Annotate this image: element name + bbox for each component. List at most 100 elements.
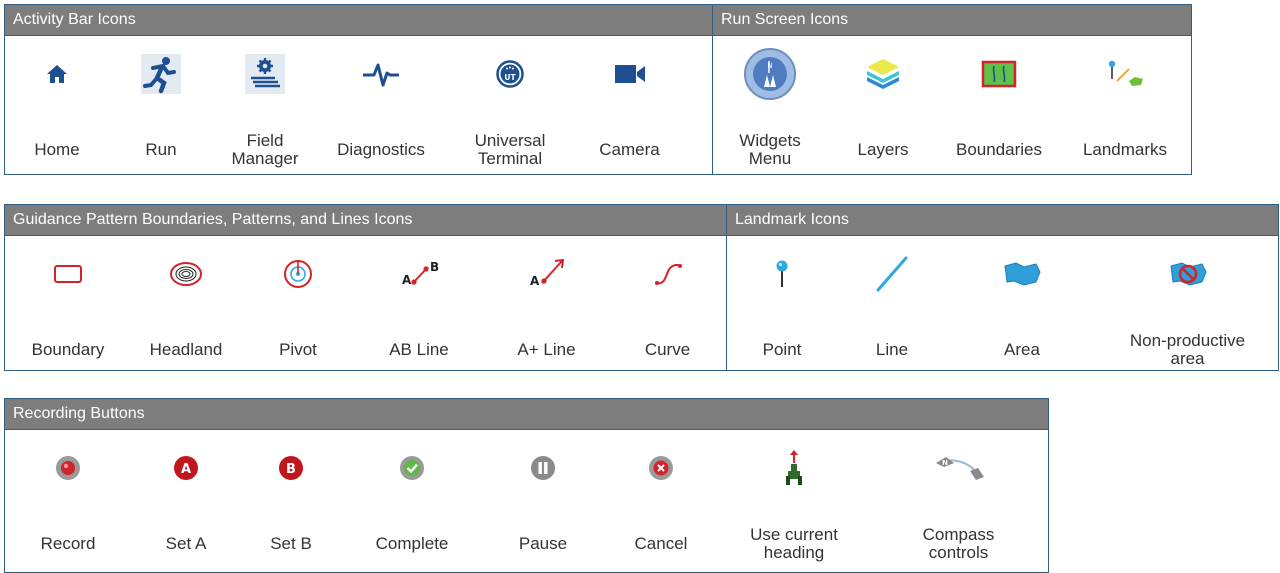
run-item-landmarks: Landmarks [1059, 36, 1191, 173]
landmark-item-label: Point [762, 340, 802, 359]
compass-n-badge: N [942, 459, 948, 467]
recording-item-set-b: B Set B [241, 430, 341, 567]
activity-item-home: Home [5, 36, 109, 173]
headland-icon [169, 260, 203, 288]
run-item-label: Boundaries [955, 140, 1042, 159]
recording-item-record: Record [5, 430, 131, 567]
landmark-item-area: Area [947, 236, 1097, 373]
activity-item-label: Run [145, 140, 177, 159]
run-item-boundaries: Boundaries [939, 36, 1059, 173]
pivot-icon [282, 258, 314, 290]
recording-item-label: Use current heading [750, 525, 838, 562]
run-item-label: Widgets Menu [739, 131, 801, 168]
record-icon [55, 455, 81, 481]
recording-item-use-current-heading: Use current heading [719, 430, 869, 567]
layers-icon [863, 57, 903, 91]
home-icon [46, 64, 68, 84]
guidance-item-label: Curve [644, 340, 691, 359]
tractor-heading-icon [784, 449, 804, 487]
recording-item-label: Record [40, 534, 96, 553]
checkmark-icon [399, 455, 425, 481]
set-b-icon: B [278, 455, 304, 481]
activity-item-field-manager: Field Manager [213, 36, 317, 173]
run-screen-title: Run Screen Icons [713, 5, 1191, 36]
recording-item-label: Pause [518, 534, 568, 553]
guidance-item-a-plus-line: A A+ Line [483, 236, 610, 373]
area-icon [1002, 260, 1042, 288]
curve-icon [653, 261, 683, 287]
guidance-title: Guidance Pattern Boundaries, Patterns, a… [5, 205, 726, 236]
svg-text:N: N [767, 62, 772, 70]
landmark-item-label: Area [1004, 340, 1040, 359]
recording-item-complete: Complete [341, 430, 483, 567]
point-pin-icon [774, 259, 790, 289]
landmark-panel: Landmark Icons Point Line Area Non-produ… [726, 204, 1279, 371]
recording-item-label: Complete [375, 534, 449, 553]
recording-item-set-a: A Set A [131, 430, 241, 567]
guidance-item-boundary: Boundary [5, 236, 131, 373]
guidance-item-headland: Headland [131, 236, 241, 373]
guidance-item-label: A+ Line [517, 340, 576, 359]
landmark-item-line: Line [837, 236, 947, 373]
a-plus-line-a-text: A [530, 274, 540, 288]
compass-widget-icon: N [743, 47, 797, 101]
guidance-item-label: Headland [149, 340, 223, 359]
non-productive-area-icon [1168, 259, 1208, 289]
guidance-item-ab-line: AB AB Line [355, 236, 483, 373]
activity-item-diagnostics: Diagnostics [317, 36, 445, 173]
activity-bar-panel: Activity Bar Icons Home Run Field Manage… [4, 4, 713, 175]
recording-item-compass-controls: N Compass controls [869, 430, 1048, 567]
activity-item-run: Run [109, 36, 213, 173]
heartbeat-icon [361, 60, 401, 88]
activity-item-label: Diagnostics [337, 140, 425, 159]
cancel-icon [648, 455, 674, 481]
activity-item-label: Field Manager [231, 131, 299, 168]
recording-item-pause: Pause [483, 430, 603, 567]
activity-item-label: Universal Terminal [474, 131, 546, 168]
activity-item-universal-terminal: UT Universal Terminal [445, 36, 575, 173]
run-item-widgets-menu: N Widgets Menu [713, 36, 827, 173]
recording-item-label: Set A [165, 534, 207, 553]
runner-icon [141, 54, 181, 94]
guidance-item-label: Pivot [279, 340, 317, 359]
landmark-item-non-productive-area: Non-productive area [1097, 236, 1278, 373]
landmark-item-label: Line [875, 340, 909, 359]
guidance-item-pivot: Pivot [241, 236, 355, 373]
ab-line-b-text: B [430, 260, 439, 274]
pause-icon [530, 455, 556, 481]
recording-item-cancel: Cancel [603, 430, 719, 567]
universal-terminal-icon: UT [496, 60, 524, 88]
svg-text:UT: UT [504, 73, 516, 82]
landmark-item-point: Point [727, 236, 837, 373]
activity-item-label: Camera [599, 140, 660, 159]
activity-item-label: Home [34, 140, 80, 159]
activity-item-camera: Camera [575, 36, 684, 173]
recording-item-label: Cancel [634, 534, 688, 553]
ab-line-a-text: A [402, 273, 412, 287]
ab-line-icon: AB [396, 259, 442, 289]
recording-panel: Recording Buttons Record A Set A B Set B… [4, 398, 1049, 573]
field-manager-icon [245, 54, 285, 94]
boundary-icon [53, 263, 83, 285]
run-item-label: Landmarks [1082, 140, 1168, 159]
compass-controls-icon: N [930, 453, 988, 483]
set-a-badge: A [181, 462, 191, 477]
line-icon [872, 254, 912, 294]
run-item-layers: Layers [827, 36, 939, 173]
activity-bar-title: Activity Bar Icons [5, 5, 712, 36]
landmarks-icon [1105, 59, 1145, 89]
recording-item-label: Compass controls [922, 525, 995, 562]
camera-icon [613, 63, 647, 85]
landmark-item-label: Non-productive area [1129, 331, 1246, 368]
guidance-item-curve: Curve [610, 236, 725, 373]
guidance-item-label: Boundary [31, 340, 105, 359]
guidance-item-label: AB Line [389, 340, 449, 359]
landmark-title: Landmark Icons [727, 205, 1278, 236]
set-a-icon: A [173, 455, 199, 481]
guidance-panel: Guidance Pattern Boundaries, Patterns, a… [4, 204, 727, 371]
recording-title: Recording Buttons [5, 399, 1048, 430]
boundaries-icon [981, 60, 1017, 88]
set-b-badge: B [286, 462, 296, 477]
run-screen-panel: Run Screen Icons N Widgets Menu Layers B… [712, 4, 1192, 175]
recording-item-label: Set B [270, 534, 312, 553]
